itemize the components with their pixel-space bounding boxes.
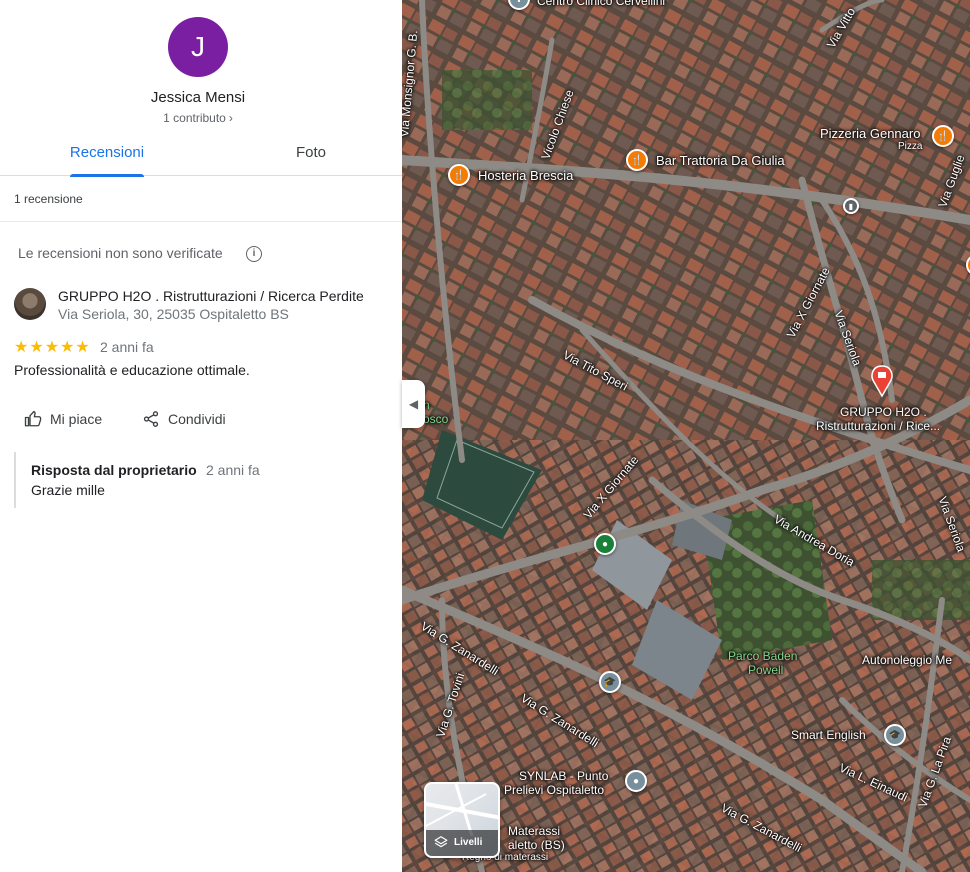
map-place-pizzeria-category: Pizza xyxy=(898,141,923,152)
map-place-parco-line1[interactable]: Parco Baden xyxy=(728,649,797,663)
school-pin-icon[interactable]: 🎓 xyxy=(599,671,621,693)
layers-button[interactable]: Livelli xyxy=(424,782,500,858)
school-pin-icon[interactable]: 🎓 xyxy=(884,724,906,746)
map-place-centro-clinico[interactable]: Centro Clinico Cervellini xyxy=(537,0,665,8)
map-place-synlab-line2[interactable]: Prelievi Ospitaletto xyxy=(504,783,604,797)
map-place-hosteria[interactable]: Hosteria Brescia xyxy=(478,168,573,183)
profile-name: Jessica Mensi xyxy=(150,89,246,106)
map-place-trattoria[interactable]: Bar Trattoria Da Giulia xyxy=(656,153,785,168)
map-place-oratorio-line2: osco xyxy=(423,412,449,426)
map-place-gruppo-line1[interactable]: GRUPPO H2O . xyxy=(840,405,927,419)
owner-reply-date: 2 anni fa xyxy=(206,462,260,478)
map-place-materassi-line1[interactable]: Materassi xyxy=(508,824,560,838)
business-address: Via Seriola, 30, 25035 Ospitaletto BS xyxy=(58,306,289,322)
park-pin-icon[interactable]: ● xyxy=(594,533,616,555)
info-icon[interactable]: i xyxy=(246,246,262,262)
chevron-right-icon: › xyxy=(228,111,233,125)
share-icon xyxy=(143,411,159,427)
collapse-panel-button[interactable]: ◀ xyxy=(402,380,425,428)
map-preview-thumbnail xyxy=(426,784,498,836)
map-place-smart-english[interactable]: Smart English xyxy=(791,728,866,742)
review-text: Professionalità e educazione ottimale. xyxy=(14,362,250,378)
business-name[interactable]: GRUPPO H2O . Ristrutturazioni / Ricerca … xyxy=(58,288,364,304)
health-pin-icon[interactable]: ● xyxy=(625,770,647,792)
business-thumbnail[interactable] xyxy=(14,288,46,320)
map-place-pizzeria[interactable]: Pizzeria Gennaro xyxy=(820,126,920,141)
review-date: 2 anni fa xyxy=(100,339,154,355)
contributions-label: 1 contributo xyxy=(163,111,226,125)
contributions-link[interactable]: 1 contributo › xyxy=(0,111,396,125)
like-button[interactable]: Mi piace xyxy=(24,404,102,434)
restaurant-pin-icon[interactable]: 🍴 xyxy=(448,164,470,186)
chevron-left-icon: ◀ xyxy=(408,397,419,411)
like-label: Mi piace xyxy=(50,411,103,427)
reviews-count: 1 recensione xyxy=(14,192,83,206)
reviews-count-row: 1 recensione xyxy=(0,176,402,222)
map-view[interactable]: Centro Clinico Cervellini ✚ Pizzeria Gen… xyxy=(402,0,970,872)
owner-reply-title: Risposta dal proprietario xyxy=(31,462,197,478)
thumb-up-icon xyxy=(24,410,42,427)
share-label: Condividi xyxy=(168,411,226,427)
map-place-synlab-line1[interactable]: SYNLAB - Punto xyxy=(519,769,608,783)
star-rating: ★★★★★ xyxy=(14,339,91,356)
map-place-materassi-line2[interactable]: aletto (BS) xyxy=(508,838,565,852)
layers-label: Livelli xyxy=(454,837,483,848)
tab-reviews[interactable]: Recensioni xyxy=(60,134,154,177)
owner-reply-text: Grazie mille xyxy=(31,482,105,498)
reviewer-panel: J Jessica Mensi 1 contributo › Recensioni… xyxy=(0,0,402,872)
unverified-notice: Le recensioni non sono verificate xyxy=(18,245,223,261)
tab-photos[interactable]: Foto xyxy=(266,134,356,176)
restaurant-pin-icon[interactable]: 🍴 xyxy=(932,125,954,147)
owner-reply: Risposta dal proprietario 2 anni fa Graz… xyxy=(14,452,264,508)
bus-stop-icon[interactable]: ▮ xyxy=(843,198,859,214)
share-button[interactable]: Condividi xyxy=(142,404,226,434)
avatar[interactable]: J xyxy=(168,17,228,77)
map-place-parco-line2[interactable]: Powell xyxy=(748,663,783,677)
restaurant-pin-icon[interactable]: 🍴 xyxy=(626,149,648,171)
tabs: Recensioni Foto xyxy=(0,134,402,177)
map-place-autonoleggio[interactable]: Autonoleggio Me xyxy=(862,653,952,667)
map-place-gruppo-line2[interactable]: Ristrutturazioni / Rice... xyxy=(816,419,940,433)
layers-icon xyxy=(434,836,448,848)
